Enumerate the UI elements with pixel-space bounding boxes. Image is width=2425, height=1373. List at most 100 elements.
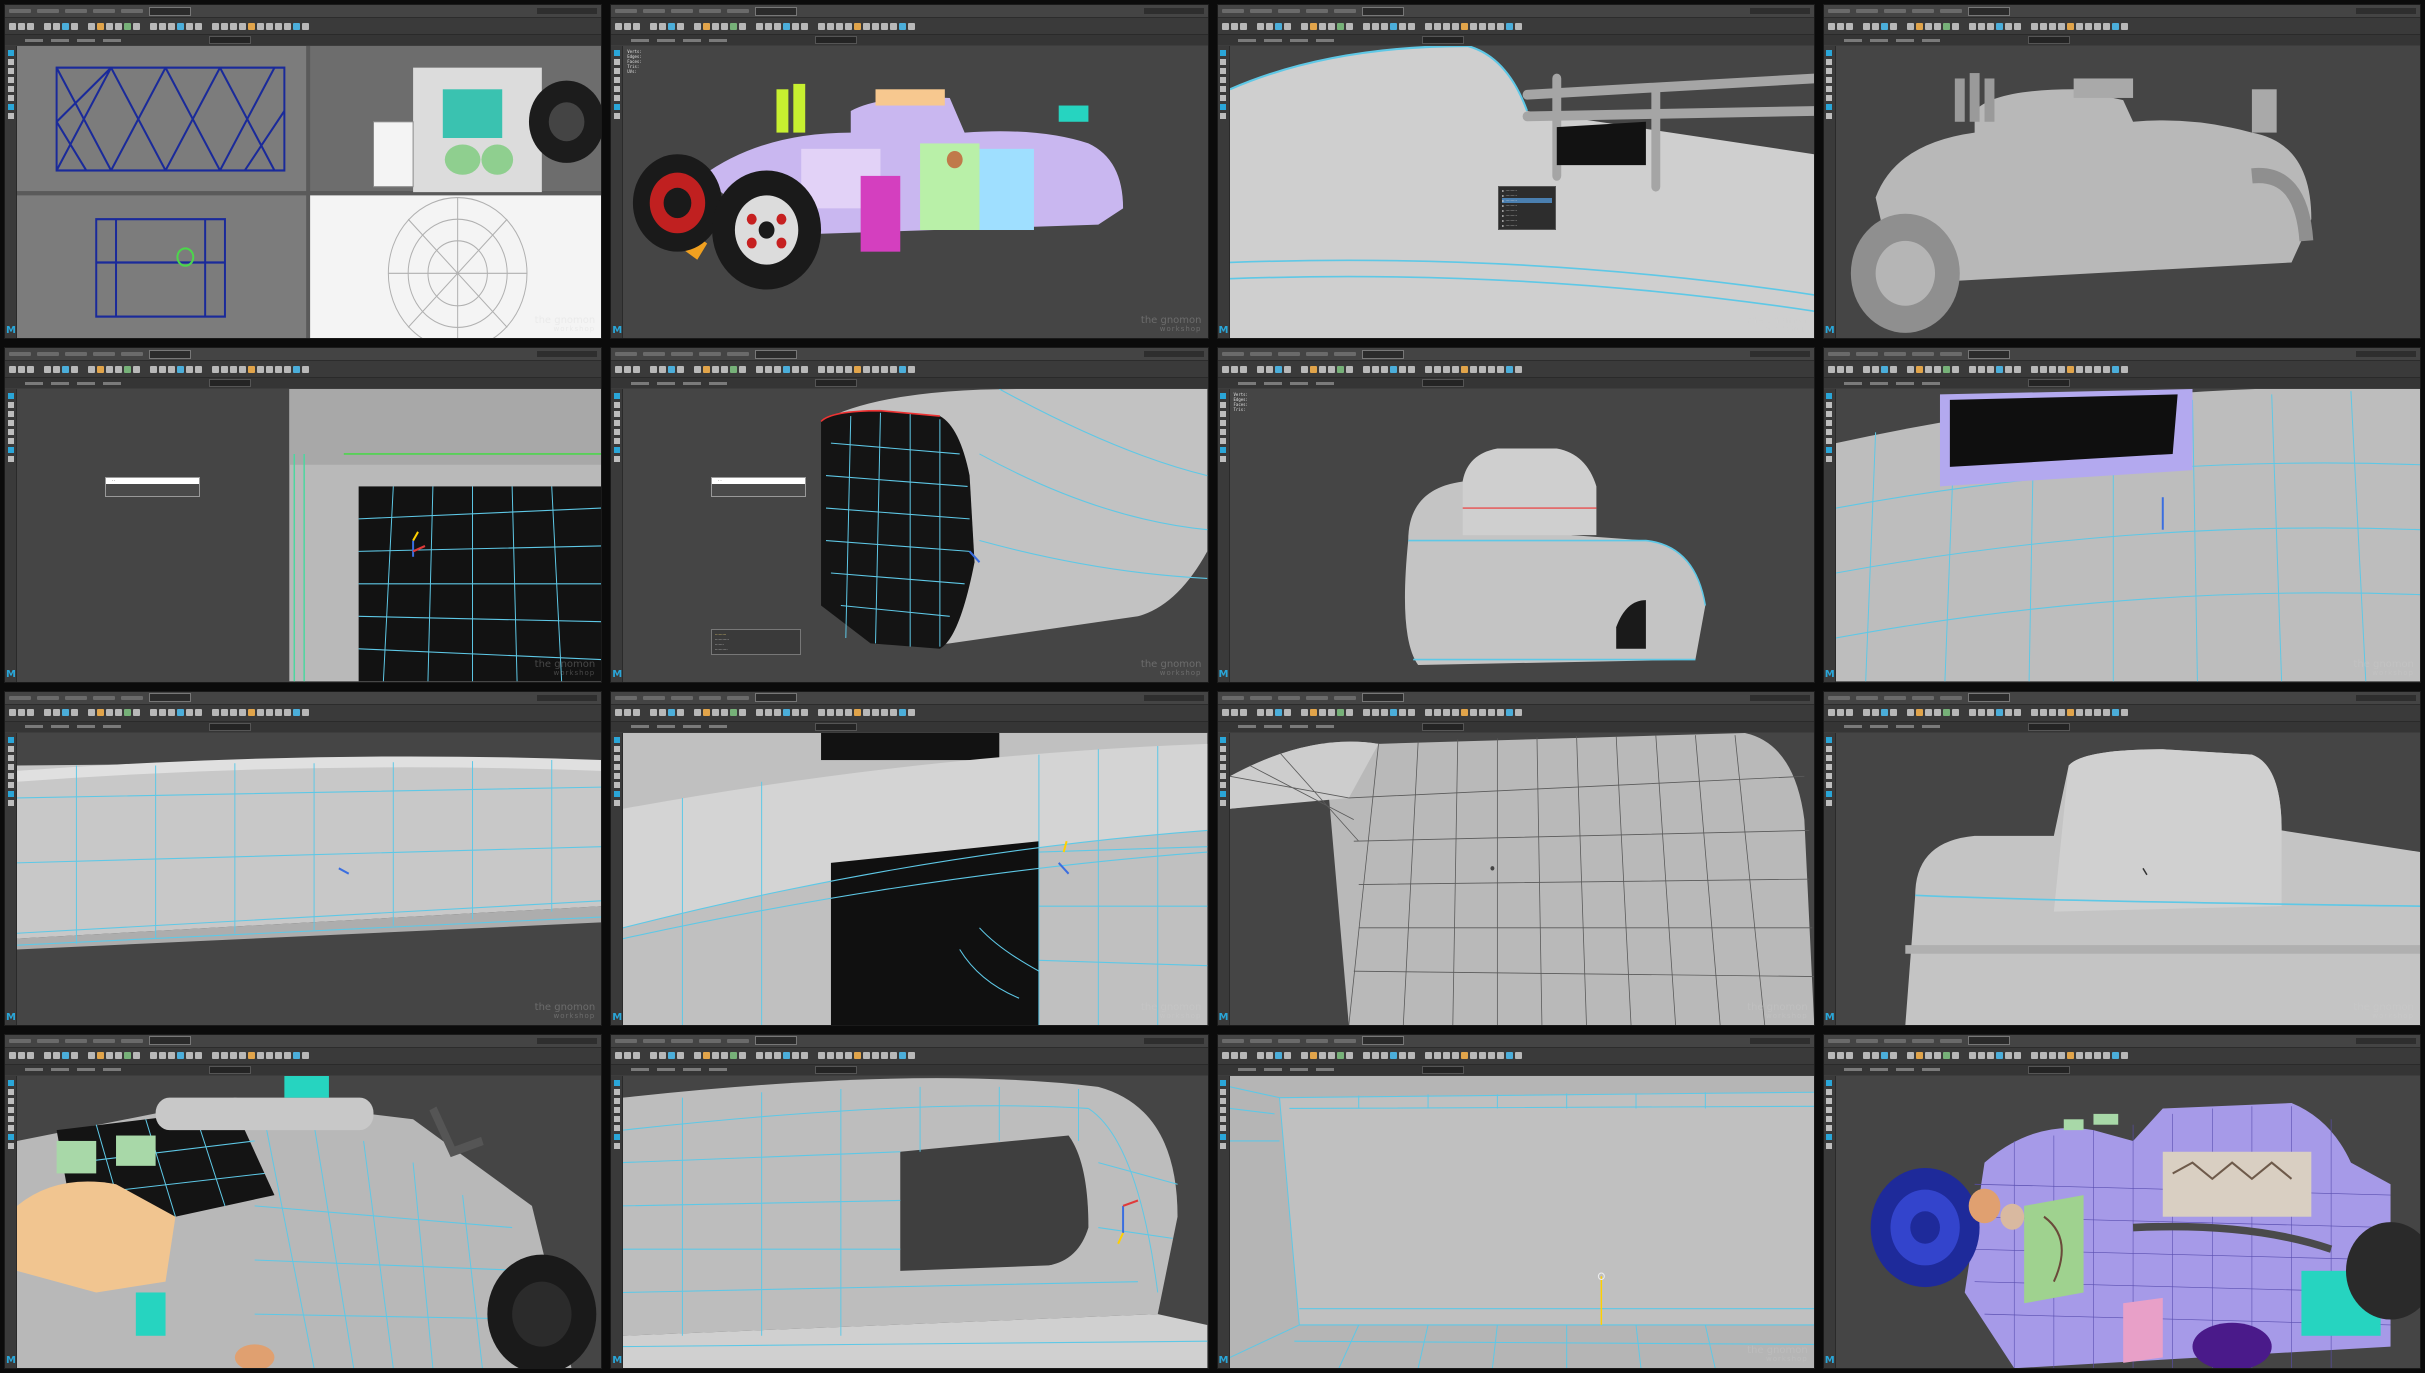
viewport[interactable]: the gnomon workshop <box>1835 732 2420 1025</box>
shelf-toolbar[interactable] <box>1217 1047 1814 1065</box>
shelf-toolbar[interactable] <box>1217 18 1814 35</box>
toolbox[interactable]: M <box>1823 732 1836 1025</box>
shelf-toolbar[interactable] <box>1217 704 1814 722</box>
panel-menu[interactable] <box>611 35 1208 45</box>
menu-bar[interactable] <box>5 1034 602 1048</box>
shelf-toolbar[interactable] <box>1823 361 2420 379</box>
shelf-toolbar[interactable] <box>5 1047 602 1065</box>
panel-menu[interactable] <box>611 721 1208 732</box>
panel-menu[interactable] <box>1823 1064 2420 1075</box>
toolbox[interactable]: M <box>611 46 624 339</box>
panel-menu[interactable] <box>611 1064 1208 1075</box>
panel-roof-opening[interactable]: M the gnomon workshop <box>1822 347 2421 683</box>
toolbox[interactable]: M <box>1823 46 1836 339</box>
panel-menu[interactable] <box>1217 35 1814 45</box>
viewport[interactable]: the gnomon workshop <box>1229 1075 1814 1368</box>
panel-grey-hotrod[interactable]: M <box>1822 4 2421 340</box>
viewport[interactable] <box>17 1075 602 1368</box>
panel-wheel-arch[interactable]: M · · ········· ··········· ······· ·······… <box>610 347 1209 683</box>
toolbox[interactable]: M <box>5 46 17 339</box>
menu-bar[interactable] <box>1217 5 1814 18</box>
viewport[interactable]: · · the gnomon workshop <box>17 389 602 682</box>
panel-menu[interactable] <box>611 378 1208 389</box>
dialog-window[interactable]: · · <box>104 476 201 497</box>
shelf-toolbar[interactable] <box>611 1047 1208 1065</box>
toolbox[interactable]: M <box>611 389 624 682</box>
panel-menu[interactable] <box>5 35 602 45</box>
panel-hotrod-colored[interactable]: M Verts: Edges: Faces: Tris: UVs: the gn… <box>610 4 1209 340</box>
shelf-toolbar[interactable] <box>5 361 602 379</box>
panel-roof-hole[interactable]: M <box>610 1033 1209 1369</box>
toolbox[interactable]: M <box>5 389 17 682</box>
hint-box: ········· ··········· ······· ·········· <box>710 628 801 655</box>
toolbox[interactable]: M <box>1217 1075 1230 1368</box>
shelf-toolbar[interactable] <box>1823 18 2420 35</box>
panel-window-opening[interactable]: M · · the gnomon workshop <box>4 347 603 683</box>
panel-menu[interactable] <box>5 721 602 732</box>
menu-bar[interactable] <box>1217 691 1814 705</box>
shelf-toolbar[interactable] <box>1823 1047 2420 1065</box>
panel-cab-interior[interactable]: M <box>4 1033 603 1369</box>
panel-menu[interactable] <box>5 378 602 389</box>
toolbox[interactable]: M <box>1217 389 1230 682</box>
shelf-toolbar[interactable] <box>1217 361 1814 379</box>
panel-quad-view[interactable]: M the gnomon workshop <box>4 4 603 340</box>
viewport[interactable] <box>1835 1075 2420 1368</box>
toolbox[interactable]: M <box>1823 389 1836 682</box>
menu-bar[interactable] <box>5 691 602 705</box>
shelf-toolbar[interactable] <box>1823 704 2420 722</box>
panel-marking-menu[interactable]: M ▸ ········· ▸ ········· ▸ ········· ▸ ···… <box>1216 4 1815 340</box>
panel-cab-wireframe[interactable]: M the gnomon workshop <box>1216 690 1815 1026</box>
viewport[interactable]: the gnomon workshop <box>17 46 602 339</box>
menu-bar[interactable] <box>1217 348 1814 362</box>
menu-bar[interactable] <box>611 348 1208 362</box>
viewport[interactable]: ▸ ········· ▸ ········· ▸ ········· ▸ ·····… <box>1229 46 1814 339</box>
toolbox[interactable]: M <box>1217 46 1230 339</box>
shelf-toolbar[interactable] <box>611 704 1208 722</box>
viewport[interactable]: Verts: Edges: Faces: Tris: UVs: the gnom… <box>623 46 1208 339</box>
panel-menu[interactable] <box>1217 721 1814 732</box>
viewport[interactable]: Verts: Edges: Faces: Tris: <box>1229 389 1814 682</box>
toolbox[interactable]: M <box>1823 1075 1836 1368</box>
toolbox[interactable]: M <box>1217 732 1230 1025</box>
panel-menu[interactable] <box>1217 378 1814 389</box>
shelf-toolbar[interactable] <box>611 361 1208 379</box>
menu-bar[interactable] <box>611 1034 1208 1048</box>
menu-bar[interactable] <box>1823 348 2420 362</box>
menu-bar[interactable] <box>5 348 602 362</box>
viewport[interactable]: the gnomon workshop <box>1835 389 2420 682</box>
shelf-toolbar[interactable] <box>611 18 1208 35</box>
menu-bar[interactable] <box>1217 1034 1814 1048</box>
menu-bar[interactable] <box>1823 691 2420 705</box>
panel-menu[interactable] <box>1823 35 2420 45</box>
viewport[interactable]: · · ········· ··········· ······· ·········… <box>623 389 1208 682</box>
toolbox[interactable]: M <box>5 1075 17 1368</box>
shelf-toolbar[interactable] <box>5 704 602 722</box>
marking-menu[interactable]: ▸ ········· ▸ ········· ▸ ········· ▸ ·····… <box>1498 186 1557 231</box>
panel-menu[interactable] <box>5 1064 602 1075</box>
panel-cab-smooth[interactable]: M the gnomon workshop <box>1822 690 2421 1026</box>
viewport[interactable]: the gnomon workshop <box>623 732 1208 1025</box>
viewport[interactable]: the gnomon workshop <box>1229 732 1814 1025</box>
panel-cab-blockout[interactable]: M Verts: Edges: Faces: Tris: <box>1216 347 1815 683</box>
shelf-toolbar[interactable] <box>5 18 602 35</box>
toolbox[interactable]: M <box>611 732 624 1025</box>
panel-menu[interactable] <box>1217 1064 1814 1075</box>
menu-bar[interactable] <box>611 5 1208 18</box>
toolbox[interactable]: M <box>5 732 17 1025</box>
panel-floor-loops[interactable]: M the gnomon workshop <box>1216 1033 1815 1369</box>
menu-bar[interactable] <box>1823 5 2420 18</box>
toolbox[interactable]: M <box>611 1075 624 1368</box>
panel-door-opening[interactable]: M the gnomon workshop <box>610 690 1209 1026</box>
panel-menu[interactable] <box>1823 378 2420 389</box>
panel-side-edge[interactable]: M the gnomon workshop <box>4 690 603 1026</box>
menu-bar[interactable] <box>1823 1034 2420 1048</box>
dialog-window[interactable]: · · <box>710 476 807 497</box>
menu-bar[interactable] <box>5 5 602 18</box>
viewport[interactable] <box>1835 46 2420 339</box>
menu-bar[interactable] <box>611 691 1208 705</box>
viewport[interactable] <box>623 1075 1208 1368</box>
panel-menu[interactable] <box>1823 721 2420 732</box>
viewport[interactable]: the gnomon workshop <box>17 732 602 1025</box>
panel-uv-checker-car[interactable]: M <box>1822 1033 2421 1369</box>
